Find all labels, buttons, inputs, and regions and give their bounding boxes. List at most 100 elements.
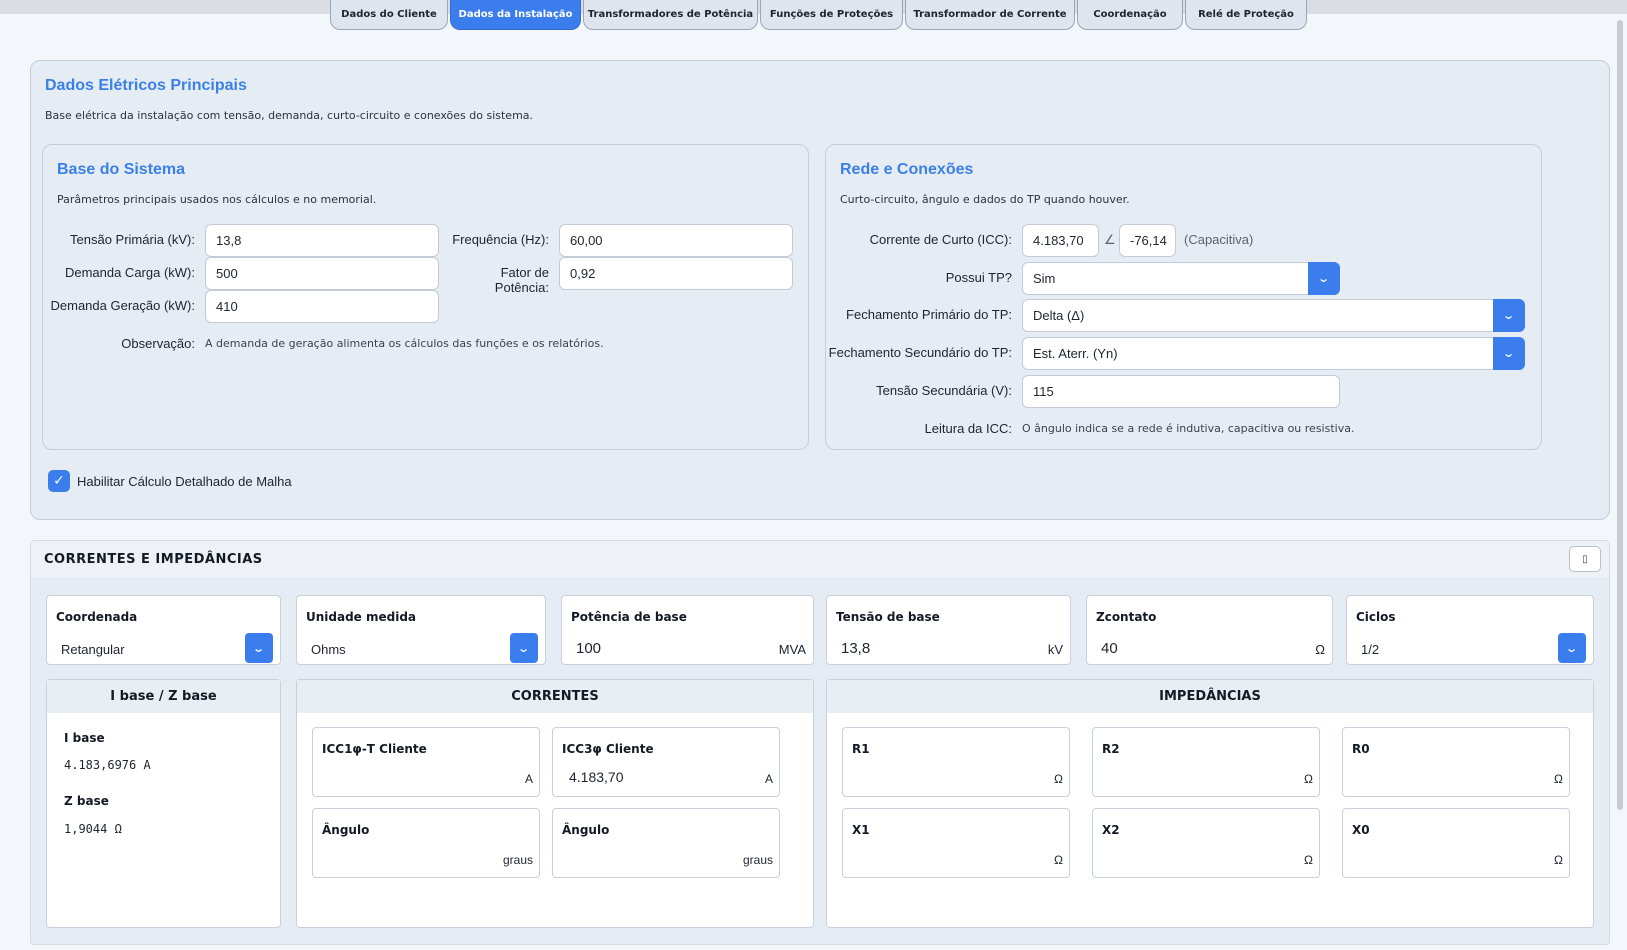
- fech-sec-value: Est. Aterr. (Yn): [1033, 346, 1118, 361]
- fech-prim-select[interactable]: Delta (Δ): [1022, 299, 1525, 332]
- fator-potencia-label: Fator de Potência:: [494, 265, 549, 295]
- x2-card: X2 Ω: [1092, 808, 1320, 878]
- tab-rele-protecao[interactable]: Relé de Proteção: [1185, 0, 1307, 30]
- icc1-label: ICC1φ-T Cliente: [322, 742, 427, 756]
- tab-coordenacao[interactable]: Coordenação: [1077, 0, 1183, 30]
- fech-prim-label: Fechamento Primário do TP:: [846, 307, 1012, 322]
- angulo1-label: Ângulo: [322, 823, 370, 837]
- panel-description: Base elétrica da instalação com tensão, …: [45, 109, 534, 122]
- x2-label: X2: [1102, 823, 1120, 837]
- x0-label: X0: [1352, 823, 1370, 837]
- possui-tp-dropdown-button[interactable]: ⌄: [1308, 262, 1340, 295]
- r2-card: R2 Ω: [1092, 727, 1320, 797]
- leitura-icc-text: O ângulo indica se a rede é indutiva, ca…: [1022, 422, 1355, 435]
- chevron-down-icon: ⌄: [252, 641, 266, 655]
- tab-bar: Dados do Cliente Dados da Instalação Tra…: [330, 0, 1309, 30]
- tab-dados-instalacao[interactable]: Dados da Instalação: [450, 0, 581, 30]
- ibase-label: I base: [64, 731, 105, 745]
- ibase-zbase-title: I base / Z base: [47, 680, 280, 713]
- icc-input[interactable]: 4.183,70: [1022, 224, 1099, 257]
- icc3-input[interactable]: 4.183,70: [569, 769, 624, 785]
- potencia-card: Potência de base 100 MVA: [561, 595, 814, 665]
- frequencia-input[interactable]: 60,00: [559, 224, 793, 257]
- tensao-sec-input[interactable]: 115: [1022, 375, 1340, 408]
- demanda-carga-input[interactable]: 500: [205, 257, 439, 290]
- coordenada-dropdown-button[interactable]: ⌄: [245, 633, 273, 663]
- rede-conexoes-title: Rede e Conexões: [840, 161, 974, 178]
- malha-checkbox[interactable]: ✓: [48, 470, 70, 492]
- fech-sec-select[interactable]: Est. Aterr. (Yn): [1022, 337, 1525, 370]
- unidade-card: Unidade medida Ohms ⌄: [296, 595, 546, 665]
- possui-tp-value: Sim: [1033, 271, 1056, 286]
- angulo1-unit: graus: [502, 853, 533, 867]
- coordenada-select[interactable]: Retangular: [61, 642, 125, 657]
- clipboard-button[interactable]: ▯: [1569, 546, 1601, 572]
- tab-transformador-corrente[interactable]: Transformador de Corrente: [905, 0, 1075, 30]
- fator-potencia-input[interactable]: 0,92: [559, 257, 793, 290]
- possui-tp-select[interactable]: Sim: [1022, 262, 1340, 295]
- icc1-card: ICC1φ-T Cliente A: [312, 727, 540, 797]
- chevron-down-icon: ⌄: [517, 641, 531, 655]
- impedancias-title: IMPEDÂNCIAS: [827, 680, 1593, 713]
- base-sistema-description: Parâmetros principais usados nos cálculo…: [57, 193, 377, 206]
- tensao-primaria-label: Tensão Primária (kV):: [70, 232, 195, 247]
- icc3-label: ICC3φ Cliente: [562, 742, 654, 756]
- icc-angle-input[interactable]: -76,14: [1119, 224, 1176, 257]
- x1-unit: Ω: [1054, 853, 1063, 867]
- icc-label: Corrente de Curto (ICC):: [869, 232, 1012, 247]
- section-title: CORRENTES E IMPEDÂNCIAS: [44, 552, 263, 567]
- r1-label: R1: [852, 742, 870, 756]
- zbase-label: Z base: [64, 794, 109, 808]
- chevron-down-icon: ⌄: [1565, 641, 1579, 655]
- potencia-label: Potência de base: [571, 610, 687, 624]
- r2-label: R2: [1102, 742, 1120, 756]
- vertical-scrollbar[interactable]: [1617, 20, 1623, 810]
- fech-prim-value: Delta (Δ): [1033, 308, 1085, 323]
- icc1-unit: A: [524, 772, 533, 786]
- unidade-dropdown-button[interactable]: ⌄: [510, 633, 538, 663]
- potencia-input[interactable]: 100: [576, 640, 601, 657]
- tab-funcoes-protecoes[interactable]: Funções de Proteções: [760, 0, 903, 30]
- ciclos-select[interactable]: 1/2: [1361, 642, 1379, 657]
- tensao-primaria-input[interactable]: 13,8: [205, 224, 439, 257]
- demanda-geracao-input[interactable]: 410: [205, 290, 439, 323]
- icc3-unit: A: [764, 772, 773, 786]
- x1-card: X1 Ω: [842, 808, 1070, 878]
- fech-sec-dropdown-button[interactable]: ⌄: [1493, 337, 1525, 370]
- checkmark-icon: ✓: [53, 473, 65, 489]
- fech-sec-label: Fechamento Secundário do TP:: [828, 345, 1012, 360]
- leitura-icc-label: Leitura da ICC:: [924, 421, 1012, 436]
- angulo3-unit: graus: [742, 853, 773, 867]
- x0-card: X0 Ω: [1342, 808, 1570, 878]
- tab-dados-cliente[interactable]: Dados do Cliente: [330, 0, 448, 30]
- section-header: CORRENTES E IMPEDÂNCIAS ▯: [31, 541, 1609, 577]
- tensao-label: Tensão de base: [836, 610, 940, 624]
- demanda-carga-label: Demanda Carga (kW):: [64, 265, 195, 280]
- base-sistema-title: Base do Sistema: [57, 161, 186, 178]
- chevron-down-icon: ⌄: [1317, 272, 1331, 285]
- correntes-title: CORRENTES: [297, 680, 813, 713]
- x1-label: X1: [852, 823, 870, 837]
- unidade-select[interactable]: Ohms: [311, 642, 346, 657]
- ciclos-dropdown-button[interactable]: ⌄: [1558, 633, 1586, 663]
- panel-title: Dados Elétricos Principais: [45, 77, 247, 94]
- coordenada-card: Coordenada Retangular ⌄: [46, 595, 281, 665]
- zcontato-input[interactable]: 40: [1101, 640, 1118, 657]
- zcontato-unit: Ω: [1315, 642, 1325, 657]
- angulo3-card: Ângulo graus: [552, 808, 780, 878]
- tab-transformadores-potencia[interactable]: Transformadores de Potência: [583, 0, 758, 30]
- ciclos-label: Ciclos: [1356, 610, 1396, 624]
- tensao-input[interactable]: 13,8: [841, 640, 870, 657]
- r1-unit: Ω: [1054, 772, 1063, 786]
- ibase-zbase-group: I base / Z base I base 4.183,6976 A Z ba…: [46, 679, 281, 928]
- chevron-down-icon: ⌄: [1502, 309, 1516, 322]
- r0-card: R0 Ω: [1342, 727, 1570, 797]
- coordenada-label: Coordenada: [56, 610, 138, 624]
- fech-prim-dropdown-button[interactable]: ⌄: [1493, 299, 1525, 332]
- x2-unit: Ω: [1304, 853, 1313, 867]
- impedancias-group: IMPEDÂNCIAS R1 Ω R2 Ω R0 Ω X1 Ω X2 Ω X0 …: [826, 679, 1594, 928]
- base-sistema-panel: Base do Sistema Parâmetros principais us…: [42, 144, 809, 450]
- ibase-value: 4.183,6976 A: [64, 758, 151, 772]
- tensao-sec-label: Tensão Secundária (V):: [876, 383, 1012, 398]
- angulo1-card: Ângulo graus: [312, 808, 540, 878]
